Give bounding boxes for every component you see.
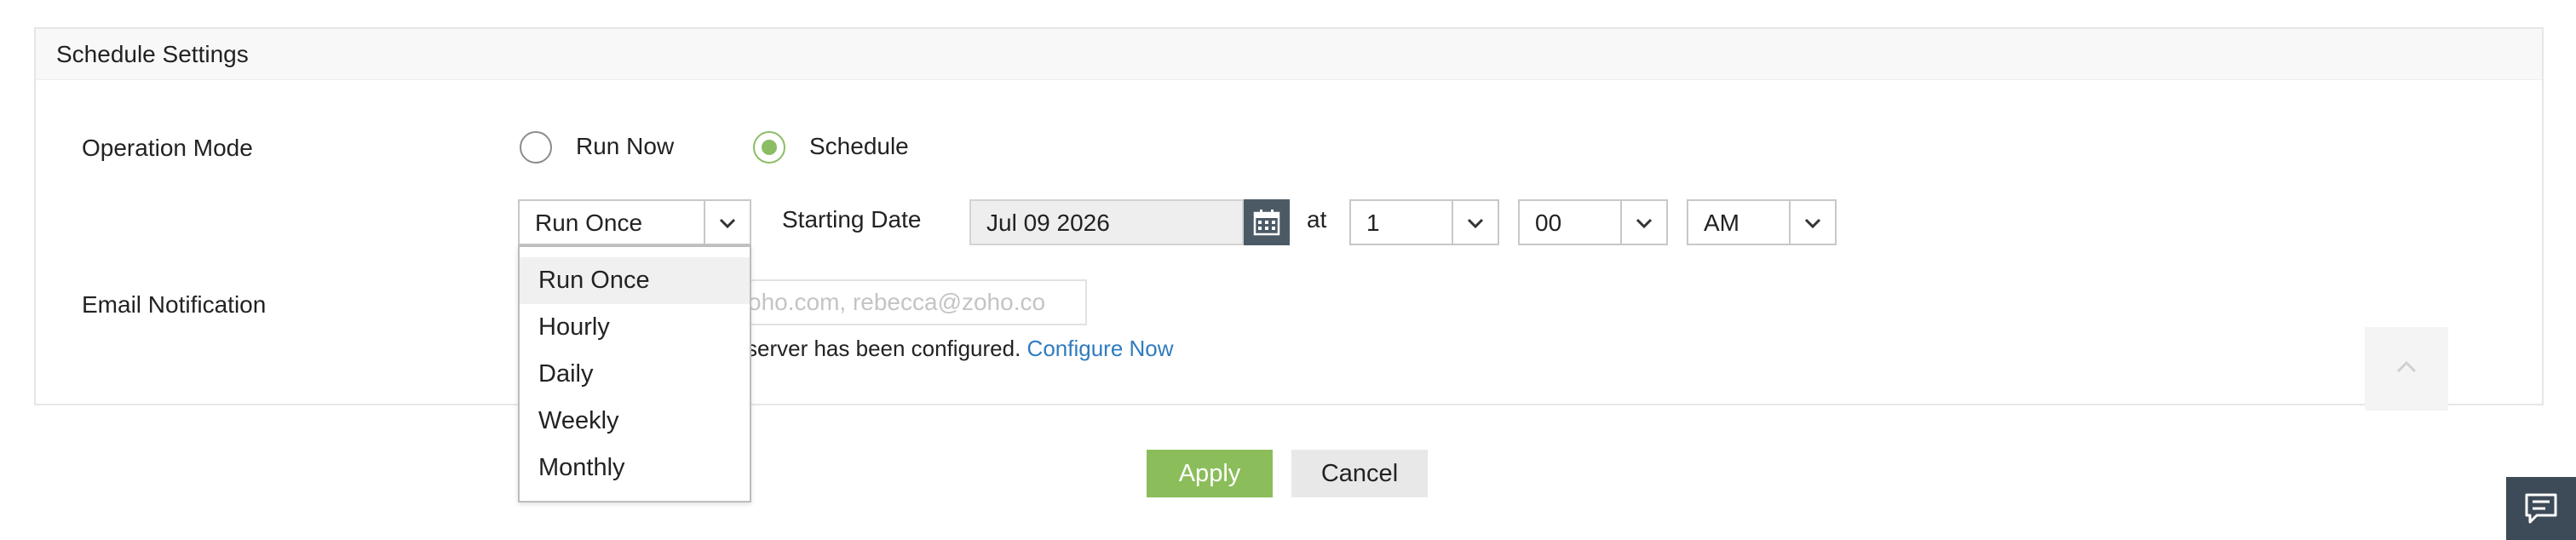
chevron-down-icon: [1636, 218, 1653, 229]
chevron-up-icon: [2396, 360, 2417, 373]
cancel-button[interactable]: Cancel: [1291, 450, 1428, 497]
configure-now-link[interactable]: Configure Now: [1027, 336, 1174, 361]
dropdown-option-hourly[interactable]: Hourly: [520, 304, 750, 351]
radio-selected-dot: [762, 140, 777, 155]
starting-date-value: Jul 09 2026: [986, 210, 1110, 236]
calendar-button[interactable]: [1244, 199, 1290, 245]
chevron-down-icon: [1804, 218, 1821, 229]
panel-header: Schedule Settings: [36, 29, 2542, 80]
hour-select[interactable]: 1: [1349, 199, 1499, 245]
minute-select-value: 00: [1535, 210, 1562, 236]
chat-icon: [2525, 493, 2557, 524]
apply-button[interactable]: Apply: [1147, 450, 1273, 497]
hour-select-value: 1: [1366, 210, 1380, 236]
smtp-note: server has been configured. Configure No…: [746, 336, 1174, 362]
ampm-select-toggle[interactable]: [1789, 201, 1835, 244]
radio-run-now-label[interactable]: Run Now: [576, 133, 674, 160]
radio-schedule[interactable]: [753, 131, 785, 164]
at-label: at: [1307, 206, 1327, 233]
frequency-dropdown-menu: Run Once Hourly Daily Weekly Monthly: [518, 245, 751, 503]
ampm-select-value: AM: [1704, 210, 1739, 236]
radio-run-now[interactable]: [520, 131, 552, 164]
frequency-select-toggle[interactable]: [704, 201, 750, 244]
frequency-select-value: Run Once: [535, 210, 643, 236]
dropdown-option-daily[interactable]: Daily: [520, 351, 750, 398]
hour-select-toggle[interactable]: [1452, 201, 1498, 244]
panel-title: Schedule Settings: [56, 41, 249, 67]
starting-date-label: Starting Date: [782, 206, 922, 233]
chevron-down-icon: [719, 218, 736, 229]
frequency-select[interactable]: Run Once: [518, 199, 751, 245]
email-notification-label: Email Notification: [82, 291, 267, 318]
minute-select[interactable]: 00: [1518, 199, 1668, 245]
minute-select-toggle[interactable]: [1620, 201, 1666, 244]
smtp-note-text: server has been configured.: [746, 336, 1021, 361]
dropdown-option-run-once[interactable]: Run Once: [520, 257, 750, 304]
scroll-to-top-button[interactable]: [2365, 327, 2448, 411]
chevron-down-icon: [1467, 218, 1484, 229]
chat-button[interactable]: [2506, 477, 2576, 540]
starting-date-input[interactable]: Jul 09 2026: [969, 199, 1244, 245]
ampm-select[interactable]: AM: [1687, 199, 1837, 245]
calendar-icon: [1253, 210, 1280, 236]
dropdown-option-monthly[interactable]: Monthly: [520, 445, 750, 491]
radio-schedule-label[interactable]: Schedule: [809, 133, 909, 160]
dropdown-option-weekly[interactable]: Weekly: [520, 398, 750, 445]
operation-mode-label: Operation Mode: [82, 135, 253, 161]
